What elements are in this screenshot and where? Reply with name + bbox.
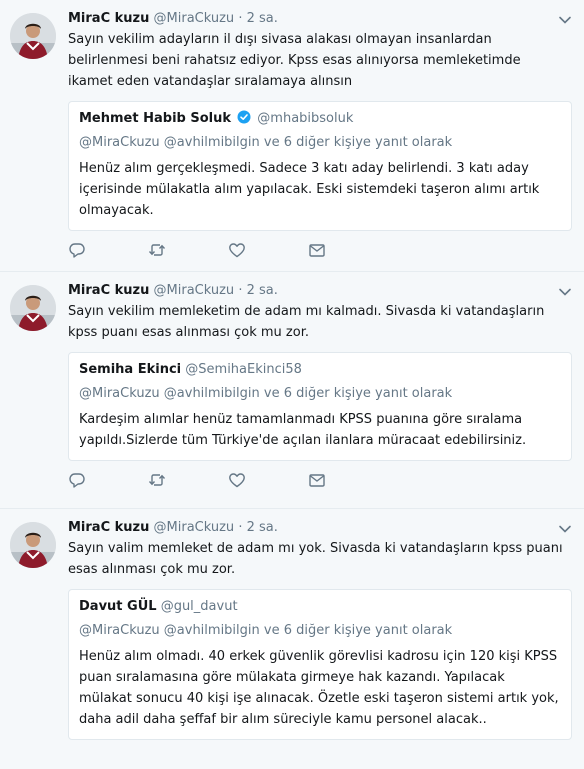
chevron-down-icon[interactable] xyxy=(558,285,572,299)
chevron-down-icon[interactable] xyxy=(558,522,572,536)
tweet[interactable]: MiraC kuzu @MiraCkuzu · 2 sa. Sayın veki… xyxy=(0,0,584,272)
quoted-user-handle: @gul_davut xyxy=(160,599,238,614)
quoted-tweet-header: Semiha Ekinci @SemihaEkinci58 xyxy=(79,361,561,379)
avatar-image xyxy=(10,285,56,331)
tweet[interactable]: MiraC kuzu @MiraCkuzu · 2 sa. Sayın veki… xyxy=(0,272,584,509)
avatar-image xyxy=(10,522,56,568)
separator: · xyxy=(238,520,243,535)
user-handle[interactable]: @MiraCkuzu xyxy=(154,283,235,298)
tweet-actions xyxy=(68,461,572,499)
separator: · xyxy=(238,283,243,298)
user-name[interactable]: MiraC kuzu xyxy=(68,520,149,535)
quoted-tweet-header: Mehmet Habib Soluk @mhabibsoluk xyxy=(79,110,561,128)
quoted-tweet[interactable]: Semiha Ekinci @SemihaEkinci58 @MiraCkuzu… xyxy=(68,352,572,461)
direct-message-button[interactable] xyxy=(308,240,388,260)
user-name[interactable]: MiraC kuzu xyxy=(68,11,149,26)
reply-context: @MiraCkuzu @avhilmibilgin ve 6 diğer kiş… xyxy=(79,386,453,401)
reply-context: @MiraCkuzu @avhilmibilgin ve 6 diğer kiş… xyxy=(79,623,453,638)
envelope-icon xyxy=(309,474,325,487)
quoted-tweet-text: Kardeşim alımlar henüz tamamlanmadı KPSS… xyxy=(79,412,527,448)
retweet-icon xyxy=(148,244,166,256)
direct-message-button[interactable] xyxy=(308,470,388,490)
user-handle[interactable]: @MiraCkuzu xyxy=(154,520,235,535)
retweet-icon xyxy=(148,474,166,486)
avatar[interactable] xyxy=(10,522,56,568)
quoted-tweet[interactable]: Davut GÜL @gul_davut @MiraCkuzu @avhilmi… xyxy=(68,589,572,740)
heart-icon xyxy=(229,243,245,258)
tweet-text: Sayın vekilim adayların il dışı sivasa a… xyxy=(68,32,521,89)
avatar[interactable] xyxy=(10,285,56,331)
quoted-user-name: Davut GÜL xyxy=(79,599,157,614)
quoted-user-name: Semiha Ekinci xyxy=(79,362,182,377)
tweet-header: MiraC kuzu @MiraCkuzu · 2 sa. xyxy=(68,282,572,300)
reply-button[interactable] xyxy=(68,470,148,490)
tweet-text: Sayın valim memleket de adam mı yok. Siv… xyxy=(68,541,563,577)
tweet-text: Sayın vekilim memleketim de adam mı kalm… xyxy=(68,304,545,340)
reply-icon xyxy=(69,473,85,488)
quoted-user-handle: @mhabibsoluk xyxy=(257,111,354,126)
heart-icon xyxy=(229,473,245,488)
quoted-tweet[interactable]: Mehmet Habib Soluk @mhabibsoluk @MiraCku… xyxy=(68,101,572,231)
user-handle[interactable]: @MiraCkuzu xyxy=(154,11,235,26)
like-button[interactable] xyxy=(228,240,308,260)
verified-badge-icon xyxy=(237,110,251,124)
reply-button[interactable] xyxy=(68,240,148,260)
tweet-header: MiraC kuzu @MiraCkuzu · 2 sa. xyxy=(68,519,572,537)
reply-context: @MiraCkuzu @avhilmibilgin ve 6 diğer kiş… xyxy=(79,135,453,150)
reply-icon xyxy=(69,243,85,258)
tweet[interactable]: MiraC kuzu @MiraCkuzu · 2 sa. Sayın vali… xyxy=(0,509,584,769)
quoted-user-name: Mehmet Habib Soluk xyxy=(79,111,232,126)
timestamp[interactable]: 2 sa. xyxy=(247,283,278,298)
like-button[interactable] xyxy=(228,470,308,490)
quoted-user-handle: @SemihaEkinci58 xyxy=(185,362,302,377)
user-name[interactable]: MiraC kuzu xyxy=(68,283,149,298)
timestamp[interactable]: 2 sa. xyxy=(247,11,278,26)
tweet-actions xyxy=(68,231,572,269)
timestamp[interactable]: 2 sa. xyxy=(247,520,278,535)
chevron-down-icon[interactable] xyxy=(558,13,572,27)
quoted-tweet-text: Henüz alım gerçekleşmedi. Sadece 3 katı … xyxy=(79,161,540,218)
retweet-button[interactable] xyxy=(148,240,228,260)
avatar[interactable] xyxy=(10,13,56,59)
avatar-image xyxy=(10,13,56,59)
separator: · xyxy=(238,11,243,26)
retweet-button[interactable] xyxy=(148,470,228,490)
quoted-tweet-header: Davut GÜL @gul_davut xyxy=(79,598,561,616)
quoted-tweet-text: Henüz alım olmadı. 40 erkek güvenlik gör… xyxy=(79,649,559,727)
tweet-header: MiraC kuzu @MiraCkuzu · 2 sa. xyxy=(68,10,572,28)
envelope-icon xyxy=(309,244,325,257)
